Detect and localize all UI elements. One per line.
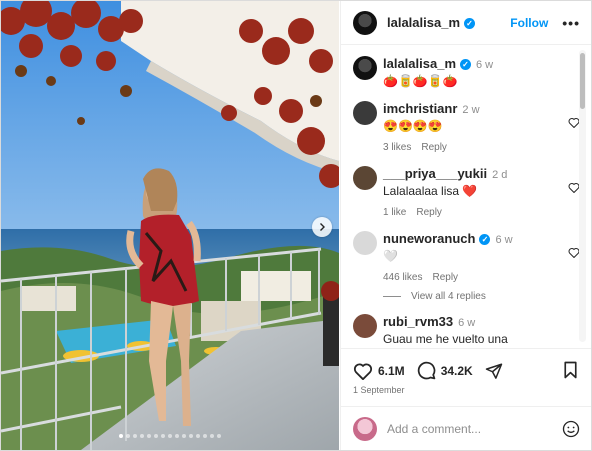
next-photo-button[interactable] — [312, 217, 332, 237]
carousel-dot — [168, 434, 172, 438]
share-icon[interactable] — [485, 362, 503, 380]
carousel-dot — [210, 434, 214, 438]
heart-icon[interactable] — [353, 362, 373, 380]
caption-avatar[interactable] — [353, 56, 377, 80]
commenter-username[interactable]: nuneworanuch — [383, 231, 475, 246]
bookmark-icon[interactable] — [563, 361, 578, 379]
carousel-dot — [126, 434, 130, 438]
carousel-dot — [140, 434, 144, 438]
carousel-dots — [1, 434, 339, 438]
comment-item: nuneworanuch ✓ 6 w 🤍 446 likes Reply — [353, 231, 580, 283]
comment-input[interactable]: Add a comment... — [387, 422, 481, 436]
verified-badge-icon: ✓ — [464, 17, 475, 29]
verified-badge-icon: ✓ — [460, 59, 471, 70]
comment-time: 2 w — [462, 104, 480, 116]
commenter-avatar[interactable] — [353, 101, 377, 125]
comments-list: lalalalisa_m ✓ 6 w 🍅🥫🍅🥫🍅 imchristianr 2 w 😍… — [341, 46, 591, 348]
comment-time: 6 w — [495, 234, 513, 246]
commenter-username[interactable]: rubi_rvm33 — [383, 314, 453, 329]
author-name-group: lalalalisa_m ✓ — [387, 14, 475, 32]
author-avatar[interactable] — [353, 10, 377, 35]
comment-time: 6 w — [458, 317, 476, 329]
carousel-dot — [182, 434, 186, 438]
carousel-dot — [161, 434, 165, 438]
reply-button[interactable]: Reply — [416, 207, 442, 218]
comment-time: 2 d — [492, 169, 508, 181]
view-replies-label: View all 4 replies — [411, 291, 486, 302]
add-comment-bar: Add a comment... — [341, 406, 591, 450]
carousel-dot — [154, 434, 158, 438]
commenter-avatar[interactable] — [353, 314, 377, 338]
commenter-avatar[interactable] — [353, 231, 377, 255]
reply-button[interactable]: Reply — [421, 142, 447, 153]
carousel-dot — [119, 434, 123, 438]
post-header: lalalalisa_m ✓ Follow ••• — [341, 1, 591, 45]
scrollbar-thumb[interactable] — [580, 53, 585, 109]
post-actions: 6.1M 34.2K 1 September — [341, 348, 591, 406]
comments-count[interactable]: 34.2K — [441, 364, 473, 378]
comment-likes[interactable]: 446 likes — [383, 272, 422, 283]
verified-badge-icon: ✓ — [479, 234, 491, 245]
comment-likes[interactable]: 3 likes — [383, 142, 411, 153]
comment-text: 😍😍😍😍 — [383, 119, 443, 133]
replies-divider — [383, 296, 401, 297]
post-side-panel: lalalalisa_m ✓ Follow ••• lalalalisa_m ✓ 6 … — [340, 1, 591, 450]
commenter-username[interactable]: ___priya___yukii — [383, 166, 487, 181]
comment-likes[interactable]: 1 like — [383, 207, 406, 218]
photo-scene — [1, 1, 339, 450]
carousel-dot — [217, 434, 221, 438]
chevron-right-icon — [320, 223, 325, 231]
carousel-dot — [196, 434, 200, 438]
carousel-dot — [175, 434, 179, 438]
likes-count[interactable]: 6.1M — [378, 364, 405, 378]
comments-scrollbar[interactable] — [579, 50, 586, 342]
comment-item: rubi_rvm33 6 w Guau me he vuelto una — [353, 314, 568, 347]
follow-button[interactable]: Follow — [510, 16, 548, 30]
carousel-dot — [203, 434, 207, 438]
carousel-dot — [147, 434, 151, 438]
current-user-avatar — [353, 416, 377, 441]
view-replies-button[interactable]: View all 4 replies — [383, 291, 486, 302]
comment-text: Lalalaalaa lisa ❤️ — [383, 184, 478, 198]
commenter-username[interactable]: imchristianr — [383, 101, 457, 116]
caption-text: 🍅🥫🍅🥫🍅 — [383, 74, 458, 88]
author-username[interactable]: lalalalisa_m — [387, 15, 460, 30]
emoji-icon[interactable] — [562, 420, 580, 438]
comment-icon[interactable] — [417, 361, 436, 380]
carousel-dot — [133, 434, 137, 438]
post-date[interactable]: 1 September — [353, 385, 405, 395]
reply-button[interactable]: Reply — [432, 272, 458, 283]
commenter-avatar[interactable] — [353, 166, 377, 190]
comment-item: imchristianr 2 w 😍😍😍😍 3 likes Reply — [353, 101, 580, 153]
more-options-icon[interactable]: ••• — [562, 15, 580, 31]
caption-time: 6 w — [476, 59, 494, 71]
post-photo[interactable] — [1, 1, 339, 450]
comment-text: 🤍 — [383, 249, 398, 263]
comment-item: ___priya___yukii 2 d Lalalaalaa lisa ❤️ 1… — [353, 166, 580, 218]
caption-username[interactable]: lalalalisa_m — [383, 56, 456, 71]
post-dialog: lalalalisa_m ✓ Follow ••• lalalalisa_m ✓ 6 … — [0, 0, 592, 451]
caption: lalalalisa_m ✓ 6 w 🍅🥫🍅🥫🍅 — [353, 56, 568, 89]
carousel-dot — [189, 434, 193, 438]
comment-text: Guau me he vuelto una — [383, 332, 508, 346]
